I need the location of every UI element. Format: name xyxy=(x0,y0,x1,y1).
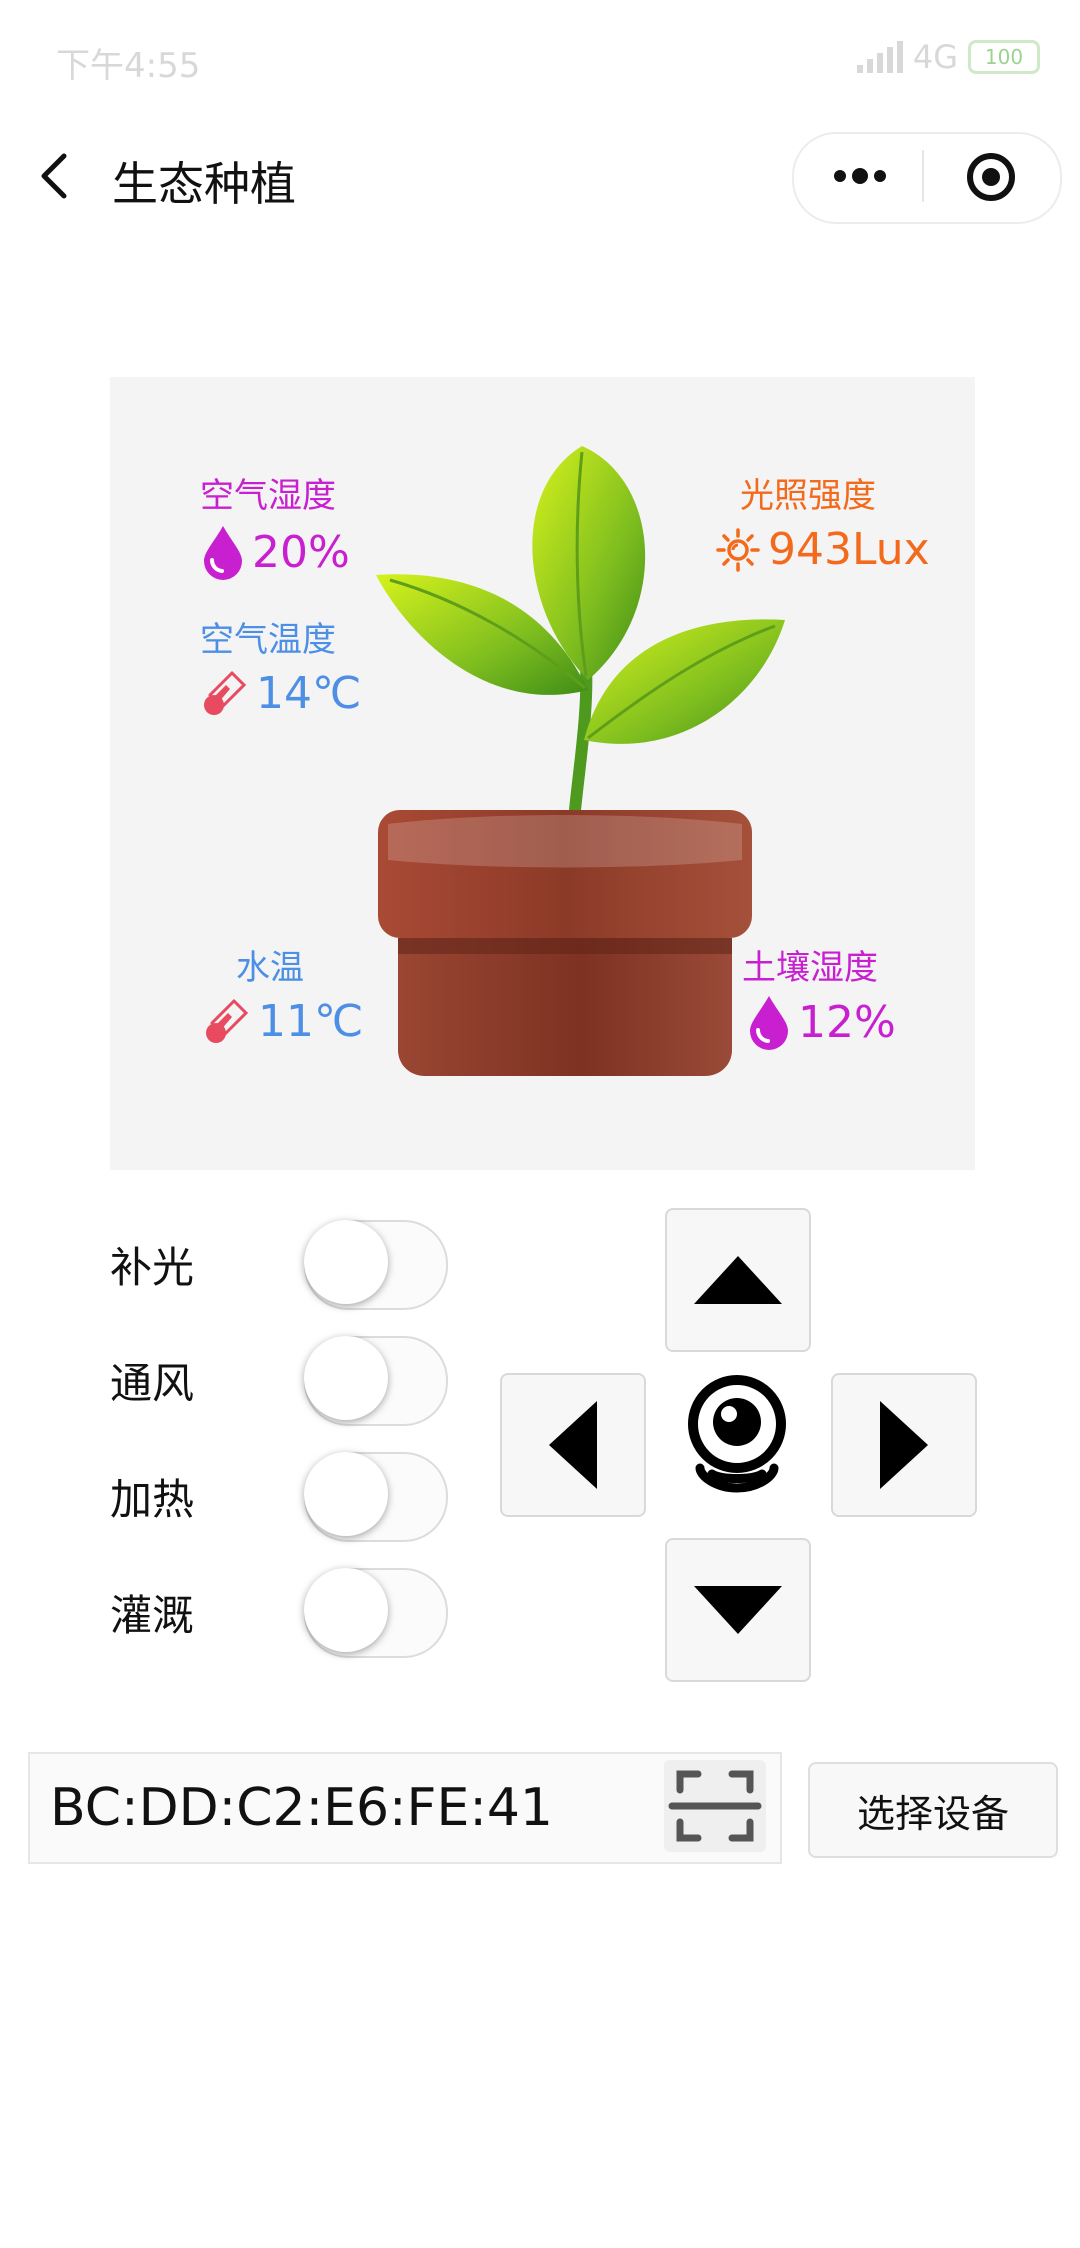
soil-humidity-label: 土壤湿度 xyxy=(742,948,878,988)
toggle-knob xyxy=(304,1568,388,1652)
light-intensity-value: 943Lux xyxy=(768,524,930,575)
water-temperature-reading: 11℃ xyxy=(204,996,363,1047)
toggle-heating[interactable] xyxy=(304,1452,448,1542)
camera-right-button[interactable] xyxy=(831,1373,977,1517)
water-temperature-value: 11℃ xyxy=(258,996,364,1047)
light-intensity-reading: 943Lux xyxy=(716,524,930,575)
battery-icon: 100 xyxy=(968,40,1040,74)
soil-humidity-value: 12% xyxy=(798,996,896,1048)
battery-level: 100 xyxy=(984,45,1024,69)
switch-label-irrigation: 灌溉 xyxy=(110,1591,195,1640)
thermometer-icon xyxy=(206,999,249,1043)
water-temperature-label: 水温 xyxy=(236,948,304,988)
close-miniprogram-icon[interactable] xyxy=(966,152,1016,202)
water-drop-icon xyxy=(750,996,788,1050)
air-humidity-label: 空气湿度 xyxy=(200,476,336,516)
right-arrow-icon xyxy=(880,1401,928,1489)
left-arrow-icon xyxy=(549,1401,597,1489)
network-type: 4G xyxy=(912,38,958,76)
status-indicators: 4G 100 xyxy=(856,38,1040,76)
more-icon[interactable] xyxy=(830,162,890,190)
scan-button[interactable] xyxy=(664,1760,766,1852)
switch-label-ventilation: 通风 xyxy=(110,1359,195,1408)
select-device-button[interactable]: 选择设备 xyxy=(808,1762,1058,1858)
up-arrow-icon xyxy=(694,1256,782,1304)
signal-icon xyxy=(856,41,903,73)
thermometer-icon xyxy=(204,671,247,715)
sun-icon xyxy=(716,527,760,572)
light-intensity-label: 光照强度 xyxy=(740,476,876,516)
switch-label-light: 补光 xyxy=(110,1243,195,1292)
air-humidity-value: 20% xyxy=(252,526,350,578)
camera-icon xyxy=(688,1375,786,1493)
air-humidity-reading: 20% xyxy=(202,524,350,580)
capsule-divider xyxy=(922,150,924,202)
scan-icon xyxy=(668,1770,762,1842)
page-title: 生态种植 xyxy=(112,157,296,211)
switch-label-heating: 加热 xyxy=(110,1475,195,1524)
device-address-value: BC:DD:C2:E6:FE:41 xyxy=(50,1778,554,1838)
toggle-ventilation[interactable] xyxy=(304,1336,448,1426)
camera-up-button[interactable] xyxy=(665,1208,811,1352)
air-temperature-reading: 14℃ xyxy=(202,668,361,719)
toggle-light[interactable] xyxy=(304,1220,448,1310)
back-icon[interactable] xyxy=(30,150,82,202)
camera-left-button[interactable] xyxy=(500,1373,646,1517)
toggle-knob xyxy=(304,1220,388,1304)
camera-down-button[interactable] xyxy=(665,1538,811,1682)
toggle-knob xyxy=(304,1336,388,1420)
toggle-knob xyxy=(304,1452,388,1536)
air-temperature-label: 空气温度 xyxy=(200,620,336,660)
toggle-irrigation[interactable] xyxy=(304,1568,448,1658)
down-arrow-icon xyxy=(694,1586,782,1634)
status-time: 下午4:55 xyxy=(56,46,201,86)
water-drop-icon xyxy=(204,526,242,580)
soil-humidity-reading: 12% xyxy=(748,994,896,1050)
air-temperature-value: 14℃ xyxy=(256,668,362,719)
